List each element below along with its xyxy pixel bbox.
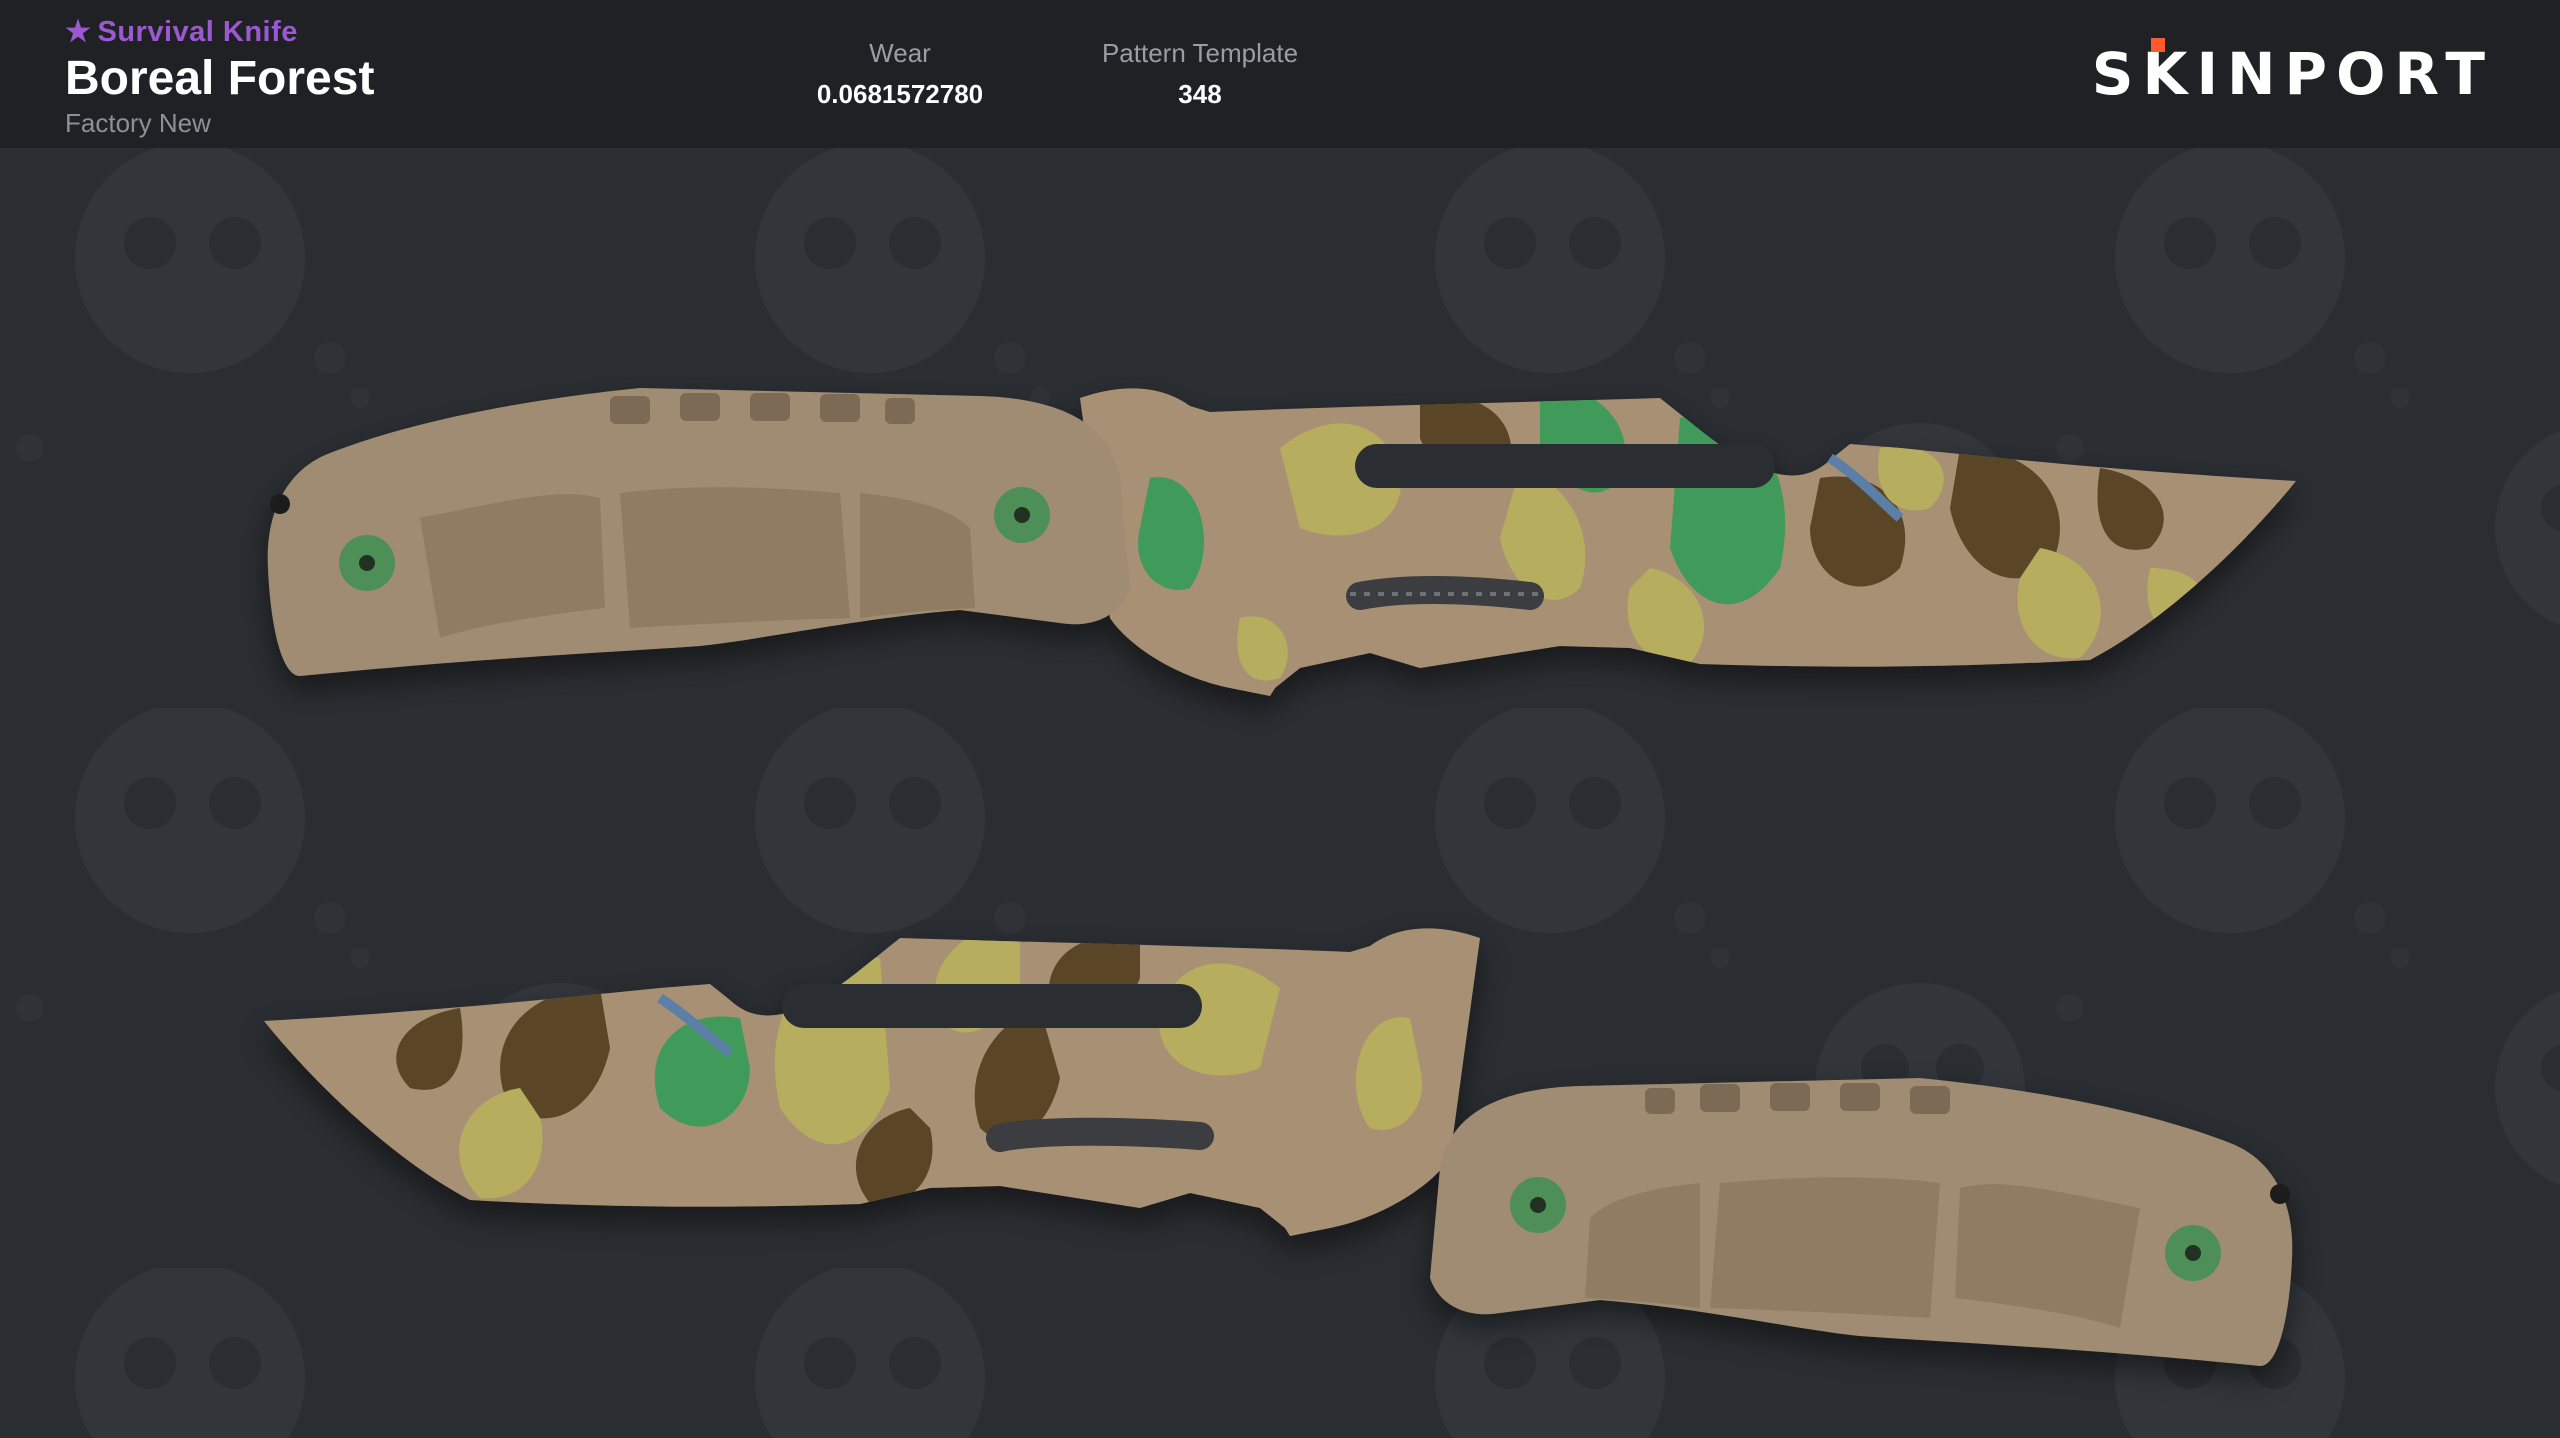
item-preview-stage	[0, 148, 2560, 1438]
knife-render	[0, 148, 2560, 1438]
item-category: ★ Survival Knife	[65, 14, 374, 49]
logo-accent-mark	[2151, 38, 2166, 52]
wear-value: 0.0681572780	[816, 79, 984, 109]
pattern-value: 348	[1178, 79, 1222, 109]
star-icon: ★	[65, 16, 92, 48]
pattern-label: Pattern Template	[1101, 38, 1299, 68]
logo-k: K	[2142, 38, 2196, 108]
skin-name: Boreal Forest	[65, 52, 375, 105]
wear-label: Wear	[869, 38, 931, 68]
header-bar: ★ Survival Knife Boreal Forest Factory Ne…	[0, 0, 2560, 148]
item-title-block: ★ Survival Knife Boreal Forest Factory Ne…	[65, 14, 374, 139]
blade-slot-bottom	[782, 984, 1202, 1028]
wear-stat: Wear 0.0681572780	[780, 38, 1020, 110]
logo-text-end: INPORT	[2196, 40, 2494, 108]
skinport-logo[interactable]: S KINPORT	[2091, 38, 2494, 108]
logo-text-start: S	[2091, 40, 2143, 108]
exterior-label: Factory New	[65, 108, 211, 138]
pattern-stat: Pattern Template 348	[1070, 38, 1330, 110]
item-category-label: Survival Knife	[97, 16, 298, 48]
blade-slot-top	[1355, 444, 1775, 488]
